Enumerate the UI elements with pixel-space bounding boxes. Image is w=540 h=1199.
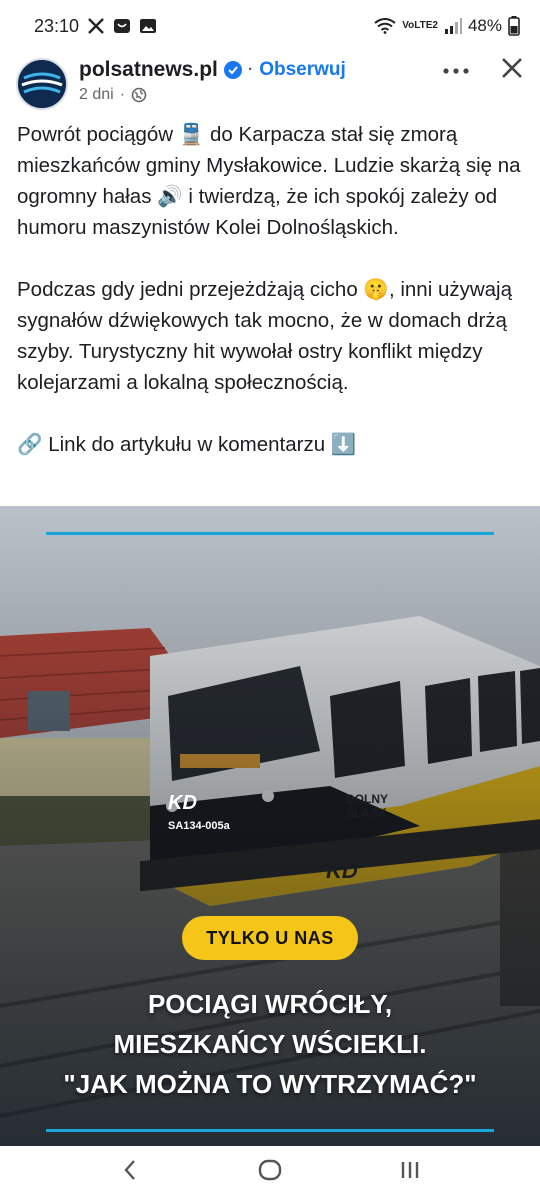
close-button[interactable] (492, 52, 532, 88)
follow-separator: · (247, 61, 254, 78)
globe-icon (131, 87, 147, 103)
avatar[interactable] (16, 58, 68, 110)
page-name-row: polsatnews.pl · Obserwuj (79, 58, 346, 82)
wifi-icon (374, 18, 396, 34)
train-region-line: DOLNY (346, 792, 388, 806)
home-button[interactable] (240, 1151, 300, 1195)
post-link-line: 🔗 Link do artykułu w komentarzu ⬇️ (17, 433, 357, 456)
signal-icon (444, 18, 462, 34)
recents-icon (399, 1159, 421, 1186)
post-paragraph: Powrót pociągów 🚆 do Karpacza stał się z… (17, 123, 521, 239)
headline-line: POCIĄGI WRÓCIŁY, (147, 989, 393, 1019)
close-icon (500, 56, 524, 85)
gallery-icon (139, 17, 157, 35)
home-icon (258, 1158, 282, 1187)
post-image[interactable]: KD SA134-005a KD DOLNY ŚLĄSK TYLKO U NAS… (0, 506, 540, 1146)
status-time: 23:10 (34, 15, 80, 36)
app-notification-icon (113, 17, 131, 35)
recents-button[interactable] (380, 1151, 440, 1195)
train-region-line: ŚLĄSK (346, 806, 387, 820)
headline-line: MIESZKAŃCY WŚCIEKLI. (113, 1029, 427, 1059)
train-logo: KD (168, 792, 197, 814)
headline-line: "JAK MOŻNA TO WYTRZYMAĆ?" (63, 1069, 477, 1099)
post-time[interactable]: 2 dni (79, 86, 114, 104)
back-icon (122, 1158, 138, 1187)
follow-button[interactable]: Obserwuj (259, 59, 346, 81)
meta-separator: · (119, 86, 126, 103)
system-nav-bar (0, 1146, 540, 1199)
battery-percent: 48% (467, 16, 502, 35)
train-region-label: DOLNY ŚLĄSK (346, 792, 388, 820)
post-header: polsatnews.pl · Obserwuj 2 dni · (0, 52, 540, 116)
post-paragraph: Podczas gdy jedni przejeżdżają cicho 🤫, … (17, 278, 513, 394)
page-name[interactable]: polsatnews.pl (79, 58, 218, 82)
more-icon (442, 62, 470, 80)
more-options-button[interactable] (436, 54, 476, 88)
image-headline: POCIĄGI WRÓCIŁY, MIESZKAŃCY WŚCIEKLI. "J… (0, 984, 540, 1104)
train-side-logo: KD (326, 858, 358, 883)
post-meta: 2 dni · (79, 86, 147, 104)
exclusive-badge: TYLKO U NAS (182, 916, 358, 960)
x-logo-icon (87, 17, 105, 35)
accent-line-top (46, 532, 494, 535)
battery-icon (508, 16, 520, 36)
train-number: SA134-005a (168, 820, 230, 832)
back-button[interactable] (100, 1151, 160, 1195)
post-text: Powrót pociągów 🚆 do Karpacza stał się z… (17, 119, 529, 460)
status-bar: 23:10 VoLTE2 48% (0, 0, 540, 52)
network-label: VoLTE2 (402, 20, 438, 31)
accent-line-bottom (46, 1129, 494, 1132)
verified-badge-icon (223, 61, 242, 79)
